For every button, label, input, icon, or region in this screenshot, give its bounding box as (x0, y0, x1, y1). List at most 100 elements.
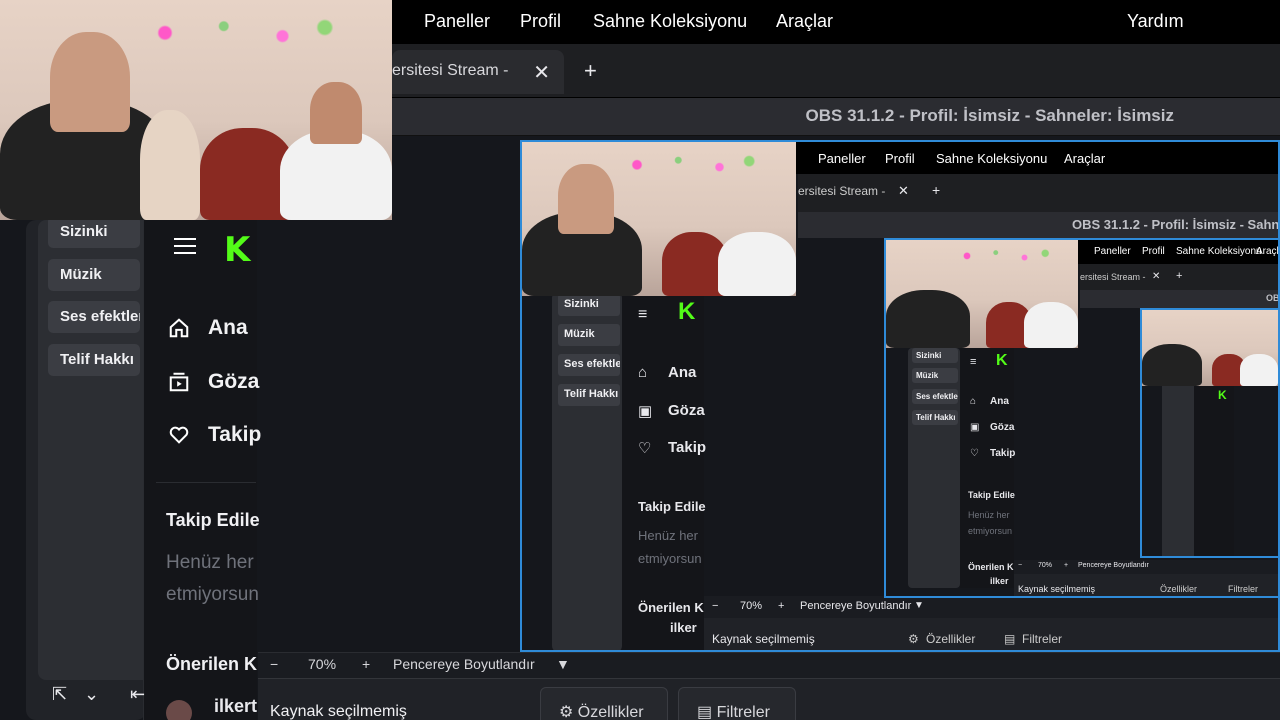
preview-menu-paneller: Paneller (818, 151, 866, 166)
preview-library (908, 348, 960, 588)
window-title-bar: OBS 31.1.2 - Profil: İsimsiz - Sahneler:… (392, 98, 1280, 136)
zoom-out-icon: − (1018, 562, 1023, 569)
webcam-feed-preview-2 (886, 240, 1078, 348)
zoom-out-icon: − (712, 600, 719, 612)
recommended-title: Önerilen K (166, 654, 258, 674)
preview-fit: Pencereye Boyutlandır (800, 600, 912, 612)
following-title: Takip Edile (166, 510, 260, 530)
menu-sahne-koleksiyonu[interactable]: Sahne Koleksiyonu (593, 11, 747, 32)
preview-kick-sidebar: ≡ K ⌂ Ana ▣ Göza ♡ Takip Takip Edile Hen… (960, 348, 1016, 588)
menu-yardim[interactable]: Yardım (1127, 11, 1184, 32)
tab-title: ersitesi Stream - (392, 62, 509, 79)
close-icon: ✕ (898, 183, 909, 198)
preview-tabbar: ersitesi Stream - ✕ + (1080, 264, 1278, 290)
fairy-lights (604, 151, 769, 198)
collapse-icon[interactable]: ⇤ (130, 684, 145, 705)
recommended-user[interactable]: ilkert (214, 696, 257, 717)
heart-icon: ♡ (638, 440, 652, 457)
preview-menu-sahne: Sahne Koleksiyonu (936, 151, 1048, 166)
chip-sizinki[interactable]: Sizinki (48, 216, 140, 248)
plus-icon: + (932, 182, 941, 198)
person-2 (140, 110, 200, 220)
kick-logo: K (678, 298, 696, 325)
tab-bar: ersitesi Stream - ✕ + (392, 44, 1280, 98)
cursor-icon[interactable]: ⇱ (52, 684, 67, 705)
preview-menu-araclar: Araçlar (1064, 151, 1106, 166)
close-icon[interactable]: ✕ (533, 60, 550, 85)
chevron-down-icon[interactable]: ▼ (556, 656, 570, 672)
preview-menu-profil: Profil (1142, 246, 1165, 257)
chip-telif-hakki[interactable]: Telif Hakkı (48, 344, 140, 376)
nav-home[interactable]: Ana (168, 316, 248, 340)
nav-following[interactable]: Takip (168, 423, 261, 447)
preview-menu-profil: Profil (885, 151, 915, 166)
person-1 (1142, 344, 1202, 386)
preview-toolbar: − 70% + Pencereye Boyutlandır ▼ (704, 596, 1278, 618)
preview-zoom: 70% (740, 600, 763, 612)
preview-properties: Özellikler (926, 632, 976, 646)
nav-home-label: Ana (208, 316, 248, 339)
properties-button[interactable]: ⚙ Özellikler (540, 687, 668, 720)
preview-empty-2: etmiyorsun (638, 551, 702, 566)
preview-user: ilker (670, 620, 697, 635)
fairy-lights (117, 13, 353, 80)
preview-empty-2: etmiyorsun (968, 526, 1013, 536)
preview-chip: Müzik (558, 324, 620, 346)
preview-menu-paneller: Paneller (1094, 246, 1131, 257)
preview-chip: Müzik (912, 368, 958, 383)
preview-filters: Filtreler (1022, 632, 1063, 646)
hamburger-menu-icon: ≡ (638, 306, 648, 323)
webcam-feed-preview-1 (522, 142, 796, 296)
chip-ses-efektleri[interactable]: Ses efektleri (48, 301, 140, 333)
heart-icon (169, 426, 189, 444)
preview-recommended: Önerilen K (638, 600, 704, 615)
chip-muzik[interactable]: Müzik (48, 259, 140, 291)
preview-library (1162, 386, 1194, 556)
nav-browse[interactable]: Göza (168, 370, 259, 394)
heart-icon: ♡ (970, 448, 979, 459)
chevron-down-icon[interactable]: ⌄ (84, 684, 99, 705)
avatar[interactable] (166, 700, 192, 720)
preview-nav-label: Takip (990, 448, 1016, 459)
preview-chip: Ses efektleri (558, 354, 620, 376)
close-icon: ✕ (1152, 271, 1161, 282)
source-status-bar: Kaynak seçilmemiş ⚙ Özellikler ▤ Filtrel… (258, 678, 1280, 720)
filters-label: Filtreler (716, 704, 770, 720)
preview-kick-sidebar: K (1194, 386, 1234, 556)
zoom-in-button[interactable]: + (362, 656, 370, 672)
preview-empty-1: Henüz her (968, 510, 1010, 520)
kick-logo[interactable]: K (224, 230, 250, 270)
fit-window-option[interactable]: Pencereye Boyutlandır (393, 656, 535, 672)
preview-chip: Sizinki (558, 294, 620, 316)
tab-stream[interactable]: ersitesi Stream - ✕ (392, 50, 564, 94)
kick-logo: K (996, 352, 1008, 369)
properties-label: Özellikler (577, 704, 644, 720)
preview-nav-label: Göza (668, 402, 705, 419)
fairy-lights (943, 246, 1059, 279)
zoom-out-button[interactable]: − (270, 656, 278, 672)
preview-window-title: OBS 31.1.2 - Profil: İsimsiz - Sahnel (1072, 217, 1280, 232)
preview-nav-label: Göza (990, 422, 1015, 433)
preview-titlebar: OBS (1080, 290, 1280, 308)
filters-button[interactable]: ▤ Filtreler (678, 687, 796, 720)
zoom-level: 70% (308, 656, 337, 672)
home-icon (169, 318, 189, 338)
preview-nav-label: Ana (990, 396, 1009, 407)
person-4-head (310, 82, 362, 144)
preview-window-title: OBS (1266, 293, 1280, 303)
preview-zoom: 70% (1038, 562, 1053, 569)
menu-paneller[interactable]: Paneller (424, 11, 490, 32)
preview-library (552, 292, 622, 650)
divider (156, 482, 256, 483)
hamburger-menu-icon[interactable] (174, 238, 196, 254)
chevron-down-icon: ▼ (914, 600, 924, 611)
plus-icon: + (1176, 270, 1183, 282)
gear-icon: ⚙ (908, 632, 919, 646)
left-tools: ⇱ ⌄ ⇤ (38, 676, 145, 716)
menu-araclar[interactable]: Araçlar (776, 11, 833, 32)
new-tab-button[interactable]: + (584, 58, 597, 84)
gear-icon: ⚙ (559, 704, 574, 720)
preview-user: ilker (990, 576, 1009, 586)
preview-statusbar: Kaynak seçilmemiş Özellikler Filtreler (1014, 574, 1278, 596)
menu-profil[interactable]: Profil (520, 11, 561, 32)
